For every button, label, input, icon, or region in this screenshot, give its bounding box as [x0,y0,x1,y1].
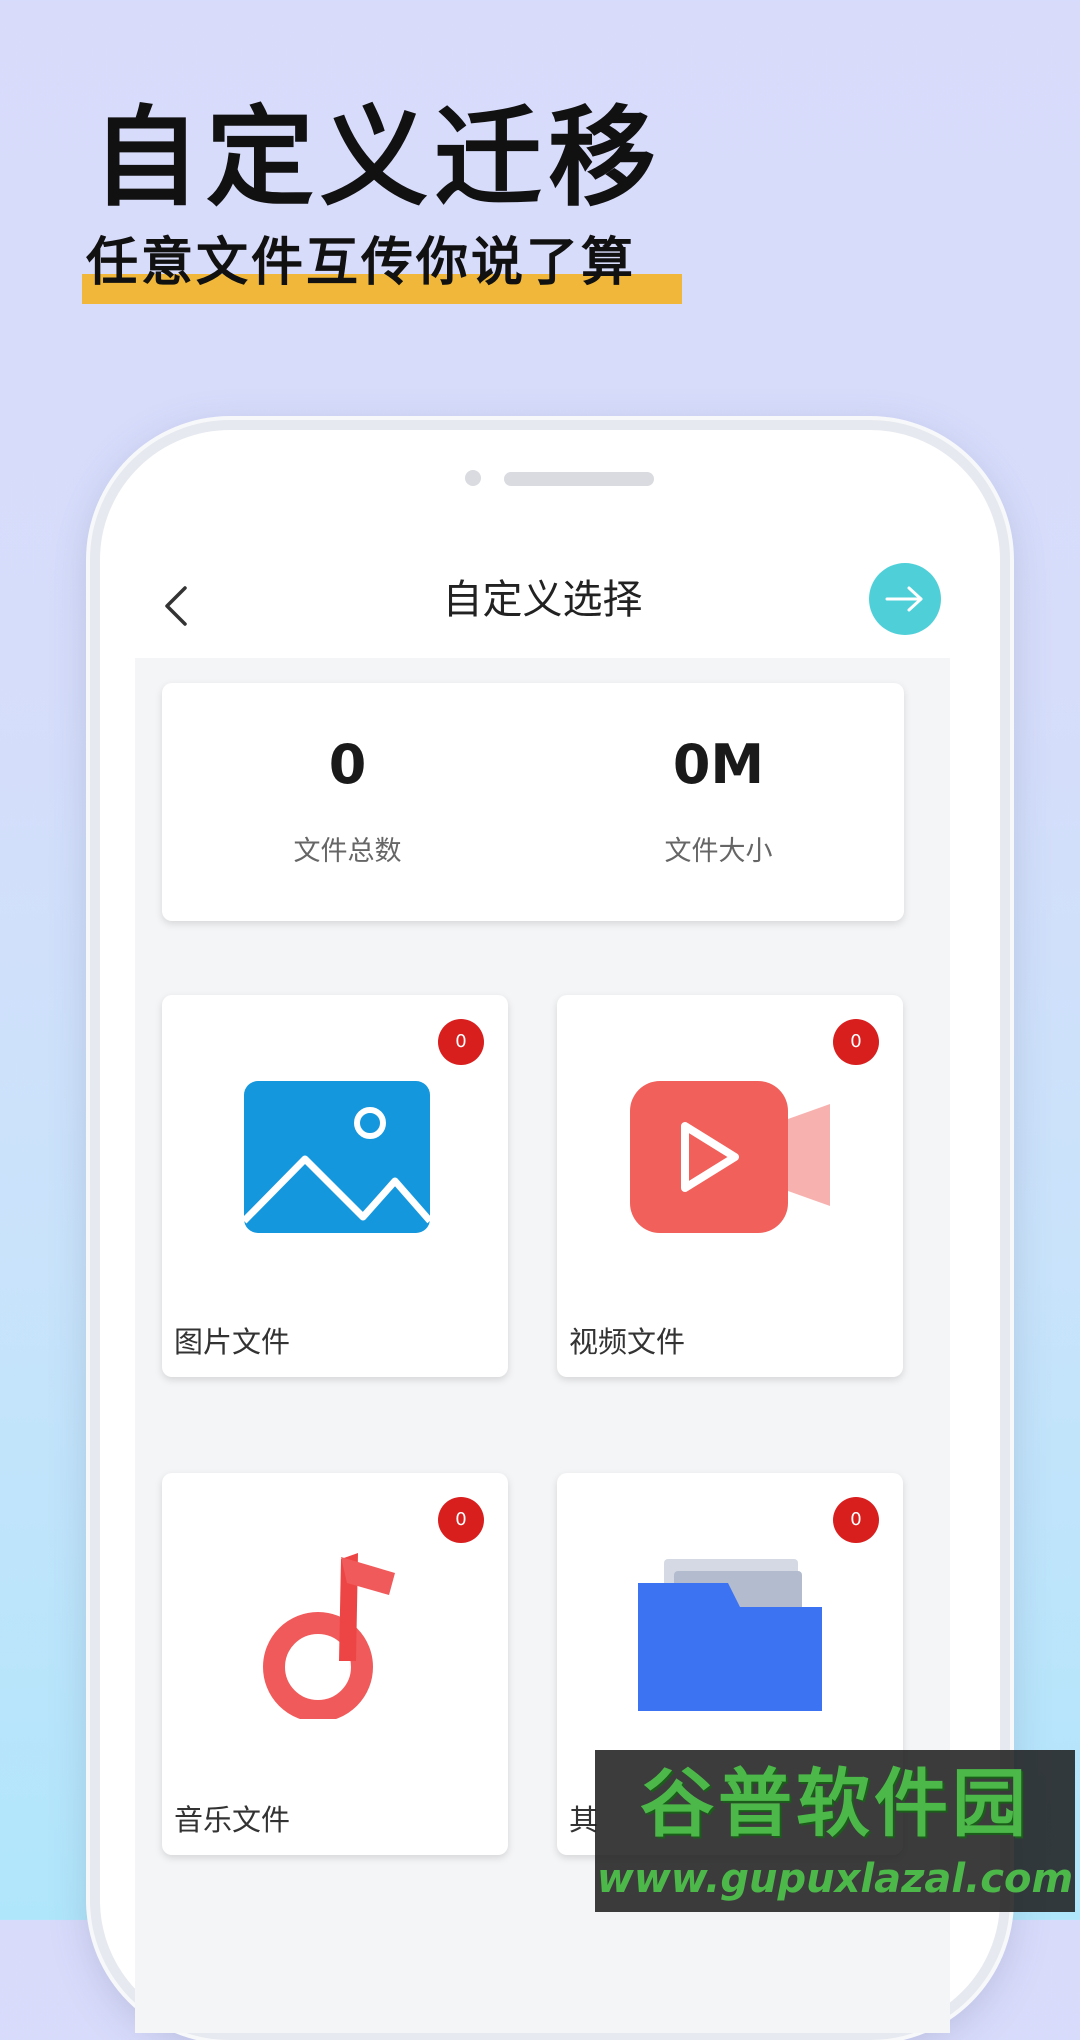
watermark-title: 谷普软件园 [640,1761,1030,1847]
watermark: 谷普软件园 www.gupuxlazal.com [595,1750,1075,1912]
stats-card: 0 文件总数 0M 文件大小 [162,683,904,921]
category-label: 视频文件 [569,1325,686,1359]
stat-label: 文件总数 [293,836,402,867]
phone-camera [465,470,481,486]
folder-icon [638,1559,822,1711]
stat-label: 文件大小 [664,836,773,867]
phone-speaker [504,472,654,486]
category-card-videos[interactable]: 0 视频文件 [557,995,903,1377]
category-label: 其 [569,1803,599,1837]
watermark-url: www.gupuxlazal.com [596,1856,1074,1902]
count-badge: 0 [438,1019,484,1065]
stat-value: 0M [672,733,765,796]
image-icon [241,1081,433,1233]
category-label: 音乐文件 [174,1803,291,1837]
category-card-music[interactable]: 0 音乐文件 [162,1473,508,1855]
next-button[interactable] [869,563,941,635]
subline: 任意文件互传你说了算 [86,233,637,293]
top-bar: 自定义选择 [135,553,950,658]
count-badge: 0 [438,1497,484,1543]
category-label: 图片文件 [174,1325,291,1359]
stat-value: 0 [328,733,367,796]
page-title: 自定义选择 [442,577,643,623]
music-icon [263,1553,395,1719]
category-card-images[interactable]: 0 图片文件 [162,995,508,1377]
arrow-right-icon [885,586,923,612]
count-badge: 0 [833,1497,879,1543]
subline-block: 任意文件互传你说了算 [82,233,682,304]
headline: 自定义迁移 [92,96,663,221]
count-badge: 0 [833,1019,879,1065]
video-icon [630,1081,830,1233]
